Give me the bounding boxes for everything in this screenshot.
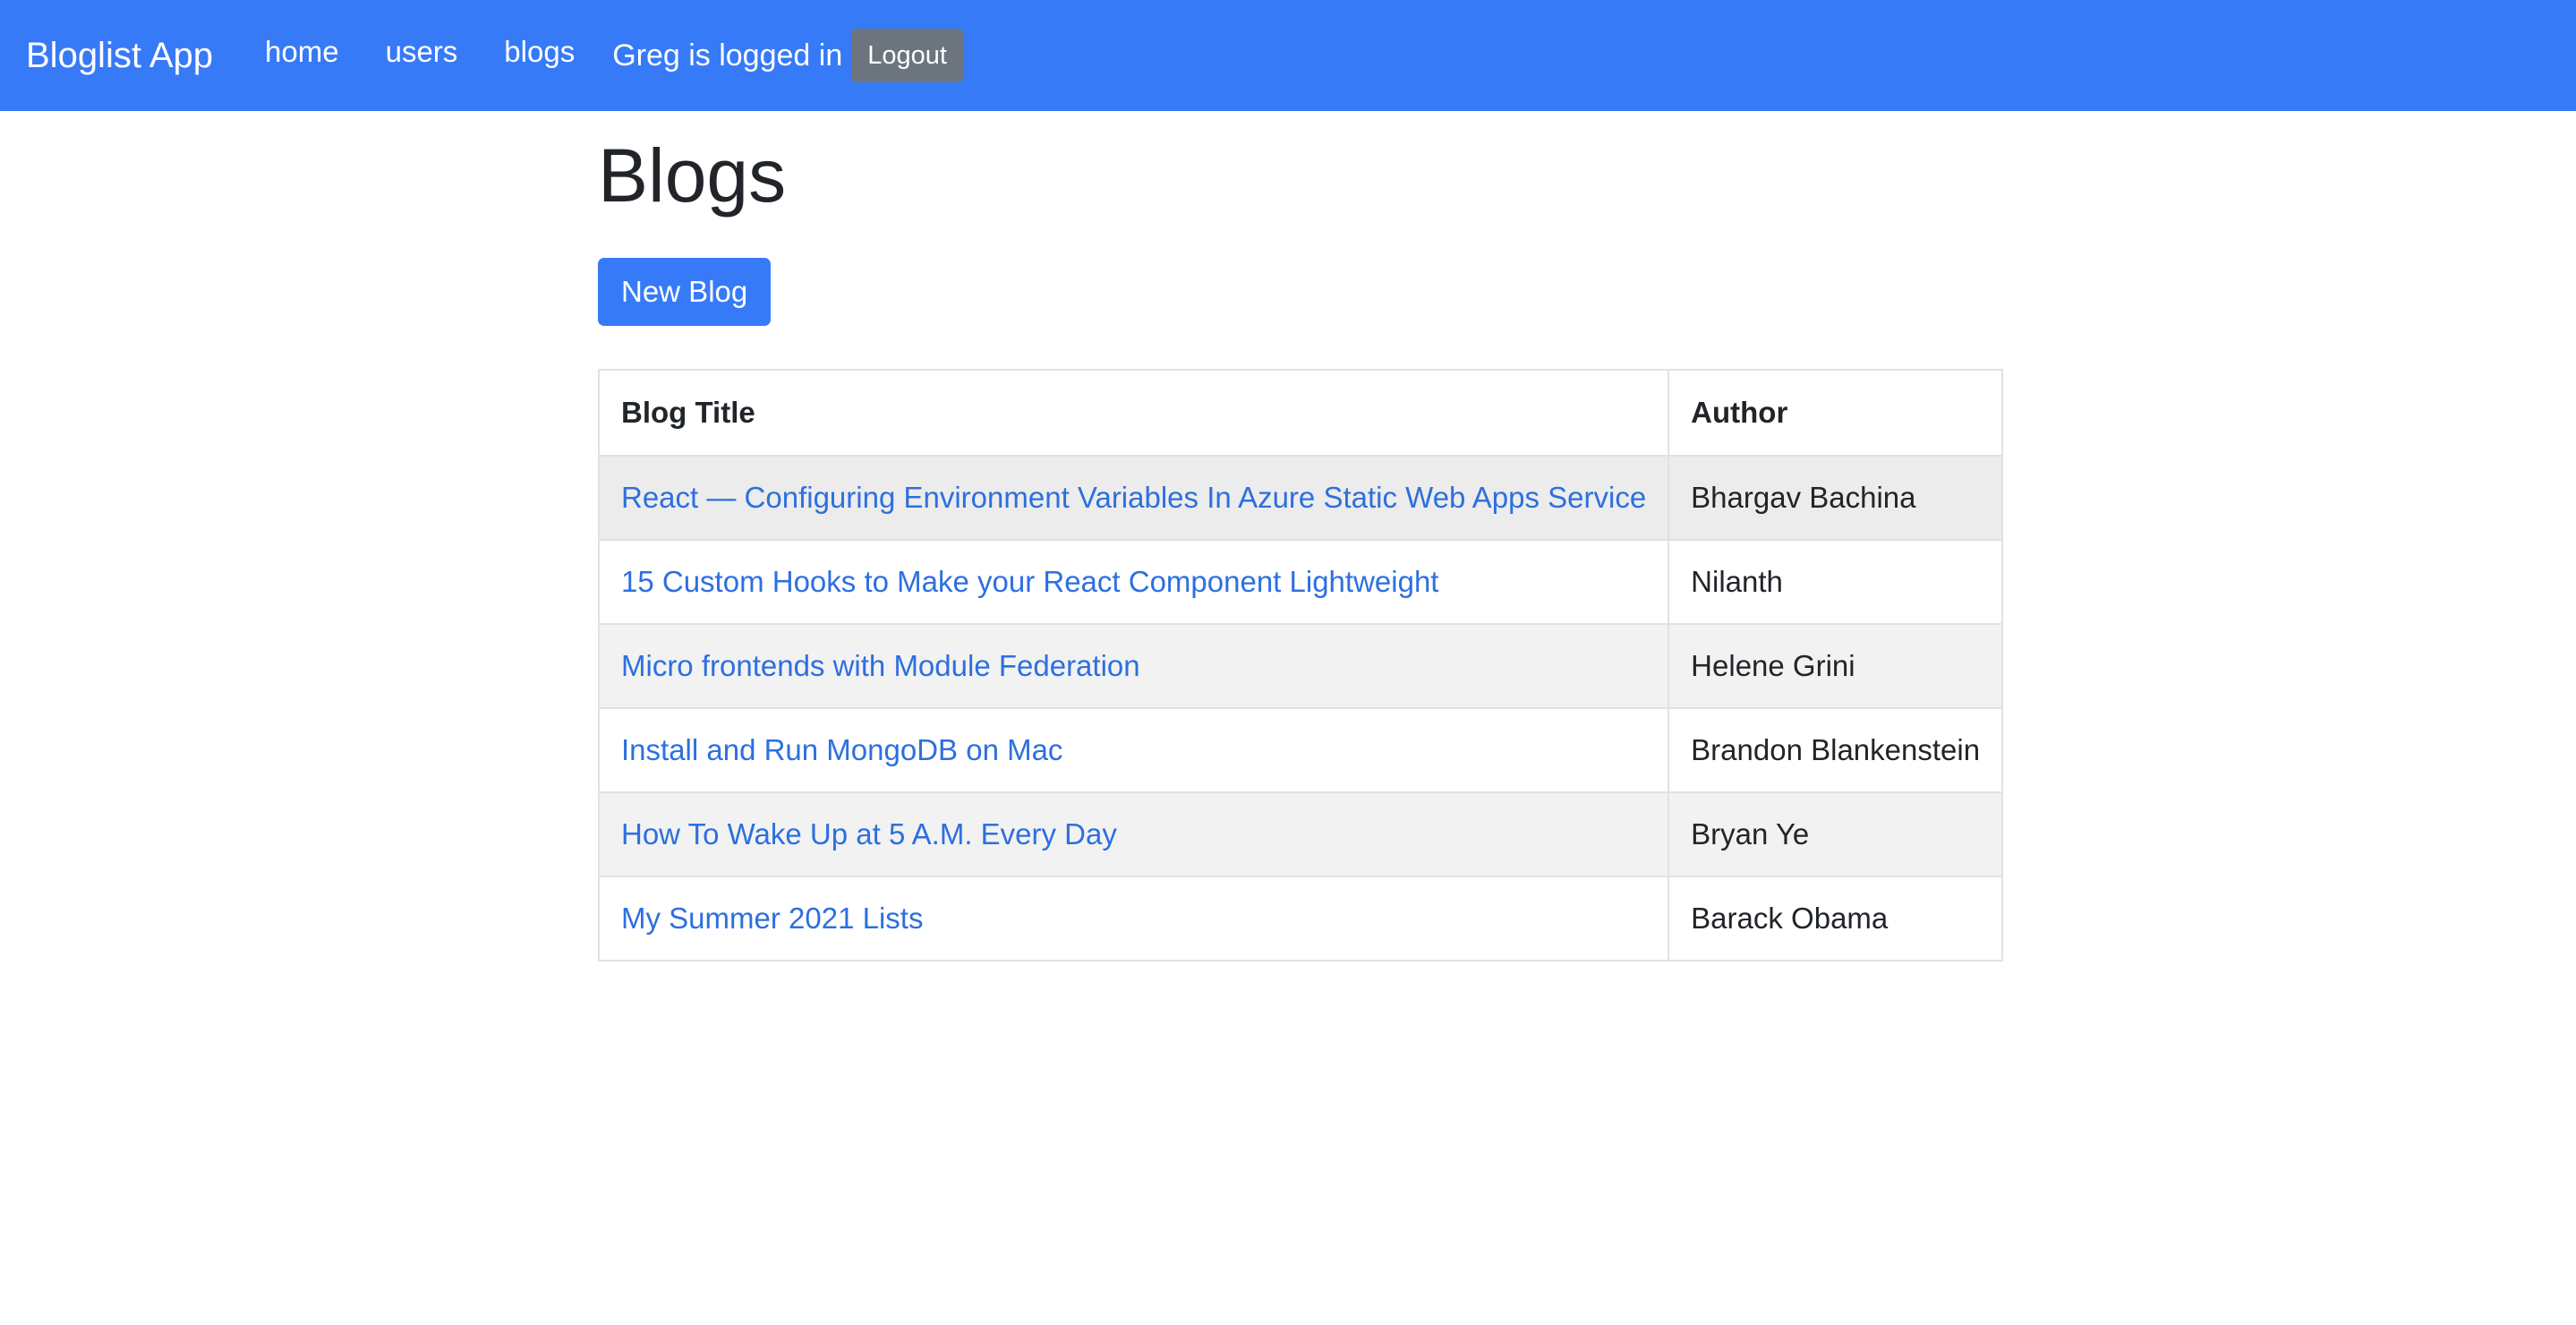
- blog-title-link[interactable]: Install and Run MongoDB on Mac: [621, 733, 1062, 766]
- blog-title-link[interactable]: My Summer 2021 Lists: [621, 902, 923, 935]
- blog-title-cell: 15 Custom Hooks to Make your React Compo…: [597, 539, 1670, 625]
- blogs-table: Blog Title Author React — Configuring En…: [597, 369, 2004, 962]
- nav-link-home[interactable]: home: [265, 35, 339, 69]
- blog-title-link[interactable]: React — Configuring Environment Variable…: [621, 481, 1646, 514]
- login-status: Greg is logged in: [612, 38, 843, 73]
- blog-author-cell: Helene Grini: [1668, 623, 2004, 709]
- brand-logo[interactable]: Bloglist App: [26, 36, 213, 76]
- blog-author-cell: Bryan Ye: [1668, 791, 2004, 877]
- blog-title-cell: How To Wake Up at 5 A.M. Every Day: [597, 791, 1670, 877]
- new-blog-button[interactable]: New Blog: [598, 258, 772, 326]
- top-navbar: Bloglist App home users blogs Greg is lo…: [0, 0, 2576, 111]
- table-row: React — Configuring Environment Variable…: [597, 455, 2004, 541]
- table-header-row: Blog Title Author: [597, 369, 2004, 457]
- table-row: 15 Custom Hooks to Make your React Compo…: [597, 539, 2004, 625]
- blog-title-link[interactable]: 15 Custom Hooks to Make your React Compo…: [621, 565, 1438, 598]
- blog-author-cell: Barack Obama: [1668, 876, 2004, 962]
- table-row: Install and Run MongoDB on Mac Brandon B…: [597, 707, 2004, 793]
- main-content: Blogs New Blog Blog Title Author React —…: [597, 111, 2004, 962]
- page-title: Blogs: [598, 133, 787, 218]
- header-blog-title: Blog Title: [597, 369, 1670, 457]
- blog-author-cell: Brandon Blankenstein: [1668, 707, 2004, 793]
- blog-title-link[interactable]: How To Wake Up at 5 A.M. Every Day: [621, 817, 1117, 851]
- header-author: Author: [1668, 369, 2004, 457]
- blog-title-cell: React — Configuring Environment Variable…: [597, 455, 1670, 541]
- table-row: My Summer 2021 Lists Barack Obama: [597, 876, 2004, 962]
- nav-link-users[interactable]: users: [386, 35, 458, 69]
- blog-title-cell: Micro frontends with Module Federation: [597, 623, 1670, 709]
- table-row: Micro frontends with Module Federation H…: [597, 623, 2004, 709]
- blog-author-cell: Nilanth: [1668, 539, 2004, 625]
- blog-title-link[interactable]: Micro frontends with Module Federation: [621, 649, 1140, 682]
- nav-link-blogs[interactable]: blogs: [504, 35, 575, 69]
- blog-title-cell: My Summer 2021 Lists: [597, 876, 1670, 962]
- blog-title-cell: Install and Run MongoDB on Mac: [597, 707, 1670, 793]
- logout-button[interactable]: Logout: [851, 29, 963, 82]
- table-row: How To Wake Up at 5 A.M. Every Day Bryan…: [597, 791, 2004, 877]
- blog-author-cell: Bhargav Bachina: [1668, 455, 2004, 541]
